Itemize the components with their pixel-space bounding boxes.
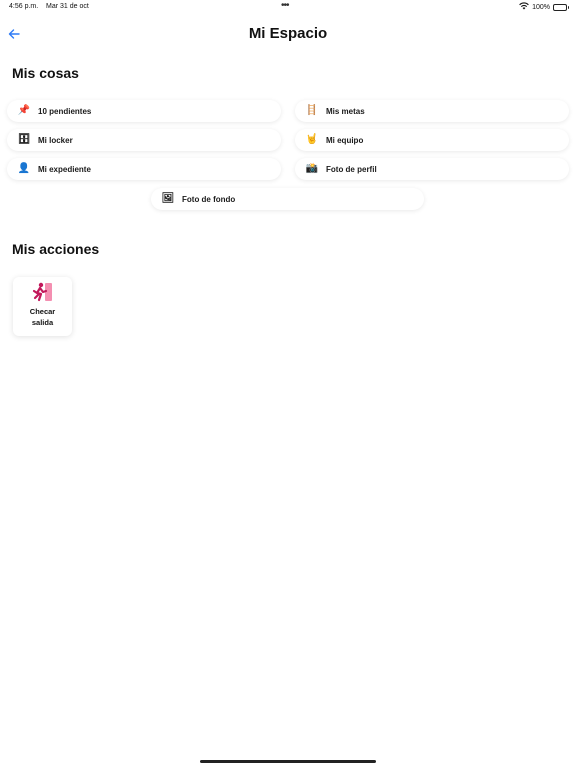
multitasking-dots-icon[interactable]: ••• [281, 0, 289, 11]
locker-icon: 🗄 [17, 134, 31, 145]
item-label: Mi expediente [38, 164, 91, 174]
home-indicator[interactable] [200, 760, 376, 763]
item-label: Foto de fondo [182, 194, 236, 204]
action-label-line1: Checar [29, 307, 56, 316]
status-right: 100% [519, 2, 569, 12]
battery-percentage: 100% [532, 3, 550, 11]
item-label: Mis metas [326, 106, 365, 116]
item-mis-metas[interactable]: 🪜 Mis metas [295, 100, 569, 122]
item-foto-de-fondo[interactable]: 🖼 Foto de fondo [151, 188, 424, 210]
item-mi-locker[interactable]: 🗄 Mi locker [7, 129, 281, 151]
status-bar: 4:56 p.m. Mar 31 de oct ••• 100% [0, 0, 576, 14]
item-foto-de-perfil[interactable]: 📸 Foto de perfil [295, 158, 569, 180]
wifi-icon [519, 2, 529, 12]
item-mi-expediente[interactable]: 👤 Mi expediente [7, 158, 281, 180]
pushpin-icon: 📌 [17, 105, 31, 116]
status-date: Mar 31 de oct [46, 3, 89, 10]
item-pendientes[interactable]: 📌 10 pendientes [7, 100, 281, 122]
battery-icon [553, 3, 569, 11]
action-label: Checar salida [18, 306, 68, 328]
action-label-line2: salida [31, 318, 54, 327]
rock-hand-icon: 🤘 [305, 134, 319, 145]
path-icon: 🪜 [305, 105, 319, 116]
status-time: 4:56 p.m. [9, 3, 39, 10]
item-mi-equipo[interactable]: 🤘 Mi equipo [295, 129, 569, 151]
section-title-mis-cosas: Mis cosas [12, 65, 79, 81]
page-title: Mi Espacio [248, 25, 328, 42]
item-label: Mi locker [38, 135, 73, 145]
camera-flash-icon: 📸 [305, 163, 319, 174]
landscape-picture-icon: 🖼 [161, 193, 175, 204]
user-silhouette-icon: 👤 [17, 163, 31, 174]
exit-door-icon [32, 282, 54, 302]
section-title-mis-acciones: Mis acciones [12, 241, 100, 257]
item-label: Mi equipo [326, 135, 364, 145]
item-label: Foto de perfil [326, 164, 377, 174]
item-label: 10 pendientes [38, 106, 92, 116]
action-checar-salida[interactable]: Checar salida [13, 277, 72, 336]
